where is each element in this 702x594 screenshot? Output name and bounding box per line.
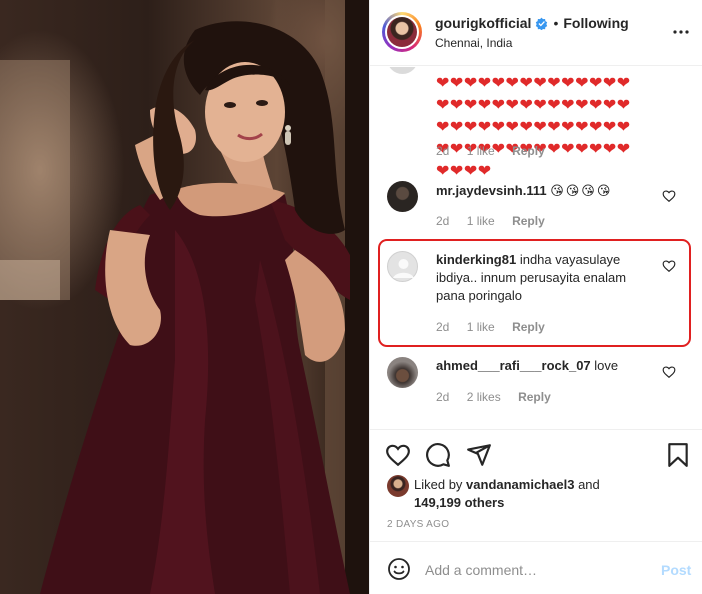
share-icon[interactable]: [466, 442, 492, 468]
comment-likes[interactable]: 1 like: [467, 144, 495, 158]
reply-button[interactable]: Reply: [512, 144, 545, 158]
comment-icon[interactable]: [425, 442, 451, 468]
comment-time[interactable]: 2d: [436, 390, 449, 404]
comment-time[interactable]: 2d: [436, 144, 449, 158]
comment-time[interactable]: 2d: [436, 214, 449, 228]
post-details-panel: gourigkofficial • Following Chennai, Ind…: [369, 0, 702, 594]
verified-badge-icon: [536, 17, 548, 30]
comment-likes[interactable]: 1 like: [467, 320, 495, 334]
more-options-icon[interactable]: [673, 24, 689, 40]
comment-meta: 2d 2 likes Reply: [436, 390, 565, 404]
liked-by-text: Liked by vandanamichael3 and 149,199 oth…: [414, 476, 654, 512]
comment-body: kinderking81 indha vayasulaye ibdiya.. i…: [436, 251, 651, 305]
liked-by-prefix: Liked by: [414, 477, 463, 492]
like-heart-icon[interactable]: [662, 259, 676, 273]
comment-username[interactable]: kinderking81: [436, 252, 516, 267]
add-comment-bar: Post: [370, 541, 702, 594]
post-timestamp[interactable]: 2 DAYS AGO: [387, 519, 449, 530]
comment-meta: 2d 1 like Reply: [436, 214, 559, 228]
comment-avatar[interactable]: [387, 181, 418, 212]
post-comment-button[interactable]: Post: [661, 562, 691, 578]
likes-count[interactable]: 149,199 others: [414, 495, 504, 510]
comment-username[interactable]: mr.jaydevsinh.111: [436, 183, 547, 198]
reply-button[interactable]: Reply: [512, 320, 545, 334]
comment-text: love: [594, 358, 619, 373]
comment-username[interactable]: ahmed___rafi___rock_07: [436, 358, 591, 373]
comment-body: mr.jaydevsinh.111 😘😘😘😘: [436, 182, 651, 200]
like-heart-icon[interactable]: [385, 442, 411, 468]
reply-button[interactable]: Reply: [518, 390, 551, 404]
comment-avatar[interactable]: [387, 67, 418, 74]
post-location[interactable]: Chennai, India: [435, 36, 512, 50]
post-photo[interactable]: [0, 0, 369, 594]
comment-avatar[interactable]: [387, 251, 418, 282]
like-heart-icon[interactable]: [662, 365, 676, 379]
comment-likes[interactable]: 2 likes: [467, 390, 501, 404]
comment-likes[interactable]: 1 like: [467, 214, 495, 228]
post-actions: Liked by vandanamichael3 and 149,199 oth…: [370, 429, 702, 539]
liked-by-avatar[interactable]: [387, 475, 409, 497]
like-heart-icon[interactable]: [662, 189, 676, 203]
comment-time[interactable]: 2d: [436, 320, 449, 334]
author-username[interactable]: gourigkofficial: [435, 15, 531, 31]
emoji-icon[interactable]: [387, 557, 411, 581]
comment-text: ❤❤❤❤❤❤❤❤❤❤❤❤❤❤❤❤❤❤❤❤❤❤❤❤❤❤❤❤❤❤❤❤❤❤❤❤❤❤❤❤…: [436, 75, 631, 180]
comment-input[interactable]: [425, 556, 640, 584]
post-header: gourigkofficial • Following Chennai, Ind…: [370, 0, 702, 66]
post-photo-illustration: [0, 0, 369, 594]
comment-text: 😘😘😘😘: [550, 183, 613, 198]
comment-meta: 2d 1 like Reply: [436, 144, 559, 158]
comment-body: ahmed___rafi___rock_07 love: [436, 357, 651, 375]
liked-by-conj: and: [578, 477, 600, 492]
reply-button[interactable]: Reply: [512, 214, 545, 228]
following-button[interactable]: Following: [563, 15, 628, 31]
comment-meta: 2d 1 like Reply: [436, 320, 559, 334]
comments-list[interactable]: ❤❤❤❤❤❤❤❤❤❤❤❤❤❤❤❤❤❤❤❤❤❤❤❤❤❤❤❤❤❤❤❤❤❤❤❤❤❤❤❤…: [370, 67, 702, 429]
bookmark-icon[interactable]: [665, 442, 691, 468]
author-avatar[interactable]: [382, 12, 422, 52]
comment-avatar[interactable]: [387, 357, 418, 388]
liked-by-user[interactable]: vandanamichael3: [466, 477, 574, 492]
header-separator: •: [553, 15, 559, 31]
